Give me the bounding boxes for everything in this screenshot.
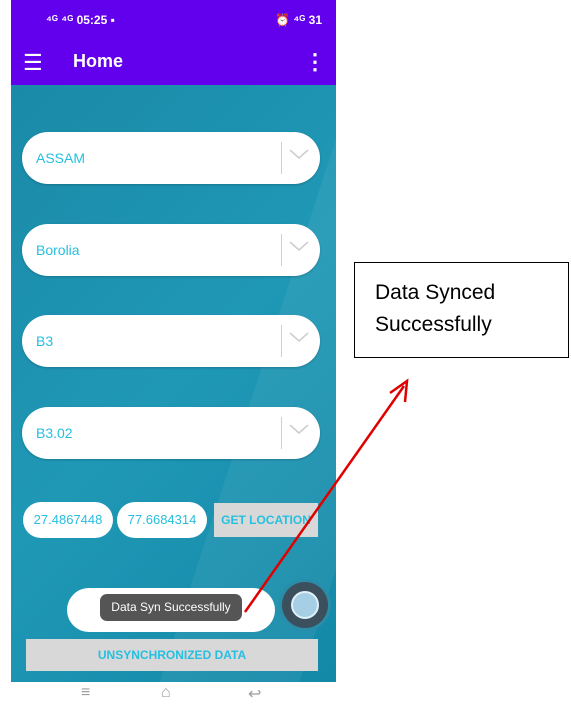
annotation-arrow — [243, 378, 409, 613]
arrow-head — [389, 378, 409, 403]
arrow-line — [243, 385, 406, 613]
